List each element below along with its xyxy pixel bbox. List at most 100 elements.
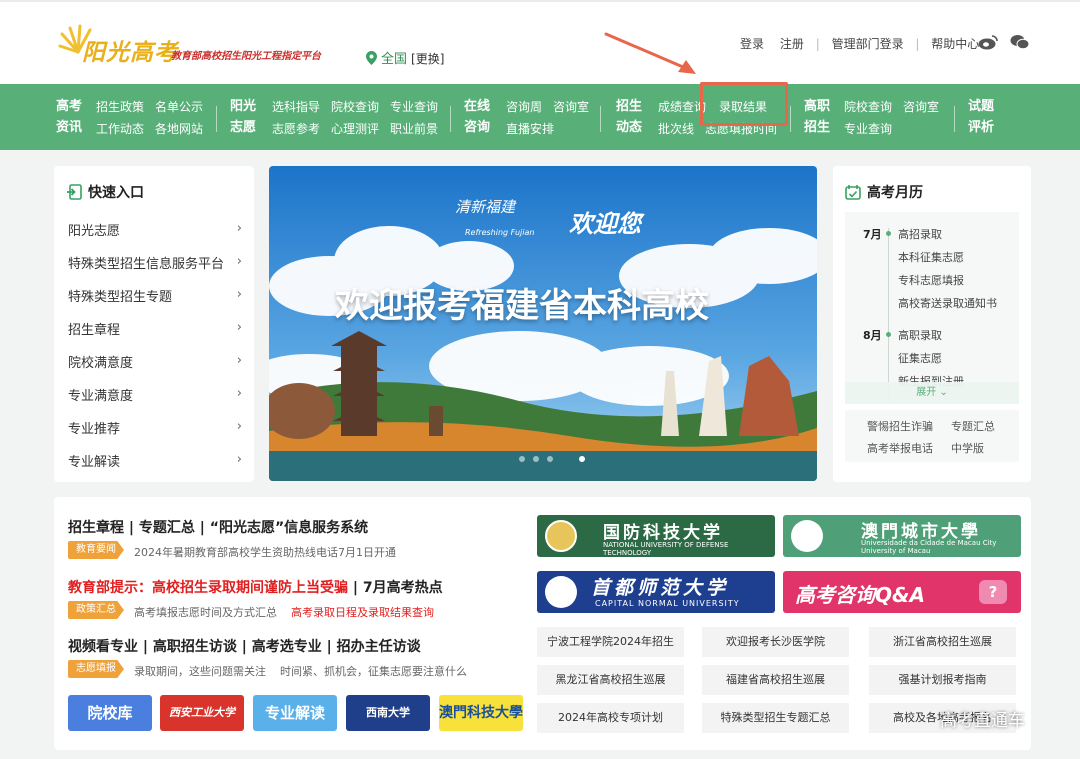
weibo-icon[interactable]	[978, 34, 998, 50]
promo-link[interactable]: 特殊类型招生专题汇总	[702, 703, 849, 733]
univ-name: 首都师范大学	[591, 577, 730, 599]
nav-link-school-query[interactable]: 院校查询	[331, 96, 379, 118]
promo-link[interactable]: 福建省高校招生巡展	[702, 665, 849, 695]
location-change-link[interactable]: [更换]	[411, 52, 444, 66]
headline-link[interactable]: “阳光志愿”信息服务系统	[210, 520, 368, 536]
promo-link[interactable]: 欢迎报考长沙医学院	[702, 627, 849, 657]
calendar-link[interactable]: 警惕招生诈骗	[867, 418, 933, 434]
headline-link[interactable]: 视频看专业	[68, 639, 138, 655]
carousel-dot[interactable]	[547, 456, 553, 462]
chevron-right-icon: ›	[236, 452, 242, 467]
macau-must-tile[interactable]: 澳門科技大學	[439, 695, 523, 731]
register-link[interactable]: 注册	[780, 35, 804, 52]
southwest-univ-tile[interactable]: 西南大学	[346, 695, 430, 731]
nav-link-career-outlook[interactable]: 职业前景	[390, 118, 438, 140]
nav-link-list-publicity[interactable]: 名单公示	[155, 96, 203, 118]
calendar-event[interactable]: 本科征集志愿	[898, 249, 964, 265]
news-line: 2024年暑期教育部高校学生资助热线电话7月1日开通	[134, 544, 396, 560]
city-univ-macau-banner[interactable]: 澳門城市大學 Universidade da Cidade de Macau C…	[783, 515, 1021, 557]
brand-name: 阳光高考	[82, 40, 178, 66]
news-link[interactable]: 2024年暑期教育部高校学生资助热线电话7月1日开通	[134, 546, 396, 559]
nav-group-title[interactable]: 招生 动态	[614, 96, 644, 138]
nav-link-psych-test[interactable]: 心理测评	[331, 118, 379, 140]
calendar-event[interactable]: 征集志愿	[898, 350, 942, 366]
quick-item[interactable]: 特殊类型招生信息服务平台 ›	[68, 253, 244, 275]
nav-link-volunteer-reference[interactable]: 志愿参考	[272, 118, 320, 140]
social-links	[978, 33, 1030, 53]
calendar-event[interactable]: 高招录取	[898, 226, 942, 242]
login-link[interactable]: 登录	[740, 35, 764, 52]
nav-link-voc-consult-room[interactable]: 咨询室	[903, 96, 939, 118]
quick-item[interactable]: 招生章程 ›	[68, 319, 244, 341]
promo-link[interactable]: 宁波工程学院2024年招生	[537, 627, 684, 657]
nav-link-voc-school-query[interactable]: 院校查询	[844, 96, 892, 118]
nav-group-title[interactable]: 高考 资讯	[54, 96, 84, 138]
nav-link-live-schedule[interactable]: 直播安排	[506, 118, 554, 140]
nav-divider	[600, 106, 601, 132]
nav-group-title[interactable]: 在线 咨询	[462, 96, 492, 138]
admin-login-link[interactable]: 管理部门登录	[832, 35, 904, 52]
carousel-dot[interactable]	[519, 456, 525, 462]
quick-item[interactable]: 专业推荐 ›	[68, 418, 244, 440]
quick-item[interactable]: 院校满意度 ›	[68, 352, 244, 374]
nudt-emblem-icon	[545, 520, 577, 552]
cnu-banner[interactable]: 首都师范大学 CAPITAL NORMAL UNIVERSITY	[537, 571, 775, 613]
school-library-tile[interactable]: 院校库	[68, 695, 152, 731]
calendar-links: 警惕招生诈骗 专题汇总 高考举报电话 中学版	[845, 410, 1019, 462]
quick-item[interactable]: 特殊类型招生专题 ›	[68, 286, 244, 308]
news-link[interactable]: 高考填报志愿时间及方式汇总	[134, 606, 277, 619]
nav-link-major-query[interactable]: 专业查询	[390, 96, 438, 118]
wechat-icon[interactable]	[1010, 34, 1030, 50]
headline-link[interactable]: 高考选专业	[252, 639, 322, 655]
nav-link-subject-guide[interactable]: 选科指导	[272, 96, 320, 118]
nav-group-title[interactable]: 阳光 志愿	[228, 96, 258, 138]
headline-link[interactable]: 招生章程	[68, 520, 124, 536]
headline-link[interactable]: 招办主任访谈	[337, 639, 421, 655]
promo-link[interactable]: 2024年高校专项计划	[537, 703, 684, 733]
expand-button[interactable]: 展开 ⌄	[845, 382, 1019, 404]
nav-link-regional-sites[interactable]: 各地网站	[155, 118, 203, 140]
news-link[interactable]: 时间紧、抓机会，征集志愿要注意什么	[280, 665, 467, 678]
nav-link-voc-major-query[interactable]: 专业查询	[844, 118, 892, 140]
chevron-right-icon: ›	[236, 353, 242, 368]
promo-link[interactable]: 浙江省高校招生巡展	[869, 627, 1016, 657]
help-center-link[interactable]: 帮助中心	[931, 35, 979, 52]
promo-link[interactable]: 黑龙江省高校招生巡展	[537, 665, 684, 695]
nav-link-score-query[interactable]: 成绩查询	[658, 96, 706, 118]
location-pin-icon	[366, 51, 377, 65]
banner-carousel[interactable]: 清新福建 Refreshing Fujian 欢迎您 欢迎报考福建省本科高校	[269, 166, 817, 481]
nav-link-work-updates[interactable]: 工作动态	[96, 118, 144, 140]
headline-link[interactable]: 教育部提示：高校招生录取期间谨防上当受骗	[68, 580, 348, 596]
nav-link-consult-room[interactable]: 咨询室	[553, 96, 589, 118]
nav-group-title[interactable]: 试题 评析	[966, 96, 996, 138]
calendar-event[interactable]: 专科志愿填报	[898, 272, 964, 288]
headline-link[interactable]: 专题汇总	[139, 520, 195, 536]
carousel-dot-active[interactable]	[579, 456, 585, 462]
nav-link-batch-line[interactable]: 批次线	[658, 118, 694, 140]
quick-item[interactable]: 专业满意度 ›	[68, 385, 244, 407]
news-link[interactable]: 高考录取日程及录取结果查询	[291, 606, 434, 619]
headline-link[interactable]: 高职招生访谈	[153, 639, 237, 655]
location-selector[interactable]: 全国 [更换]	[366, 48, 444, 67]
promo-link[interactable]: 强基计划报考指南	[869, 665, 1016, 695]
calendar-link[interactable]: 高考举报电话	[867, 440, 933, 456]
news-link[interactable]: 录取期间，这些问题需关注	[134, 665, 266, 678]
gaokao-qa-banner[interactable]: 高考咨询Q&A ?	[783, 571, 1021, 613]
calendar-link[interactable]: 专题汇总	[951, 418, 995, 434]
nav-group-title[interactable]: 高职 招生	[802, 96, 832, 138]
quick-item[interactable]: 专业解读 ›	[68, 451, 244, 473]
calendar-event[interactable]: 高职录取	[898, 327, 942, 343]
xian-tech-univ-tile[interactable]: 西安工业大学	[160, 695, 244, 731]
nav-link-admission-policy[interactable]: 招生政策	[96, 96, 144, 118]
carousel-dot[interactable]	[533, 456, 539, 462]
univ-en-name: Universidade da Cidade de Macau City Uni…	[861, 539, 997, 555]
nav-link-consult-week[interactable]: 咨询周	[506, 96, 542, 118]
calendar-event[interactable]: 高校寄送录取通知书	[898, 295, 997, 311]
headline-link[interactable]: 7月高考热点	[363, 580, 443, 596]
site-logo[interactable]: 阳光高考 教育部高校招生阳光工程指定平台	[56, 20, 346, 70]
nudt-banner[interactable]: 国防科技大学 NATIONAL UNIVERSITY OF DEFENSE TE…	[537, 515, 775, 557]
quick-item[interactable]: 阳光志愿 ›	[68, 220, 244, 242]
calendar-icon	[845, 185, 861, 200]
major-interpretation-tile[interactable]: 专业解读	[253, 695, 337, 731]
calendar-link[interactable]: 中学版	[951, 440, 984, 456]
